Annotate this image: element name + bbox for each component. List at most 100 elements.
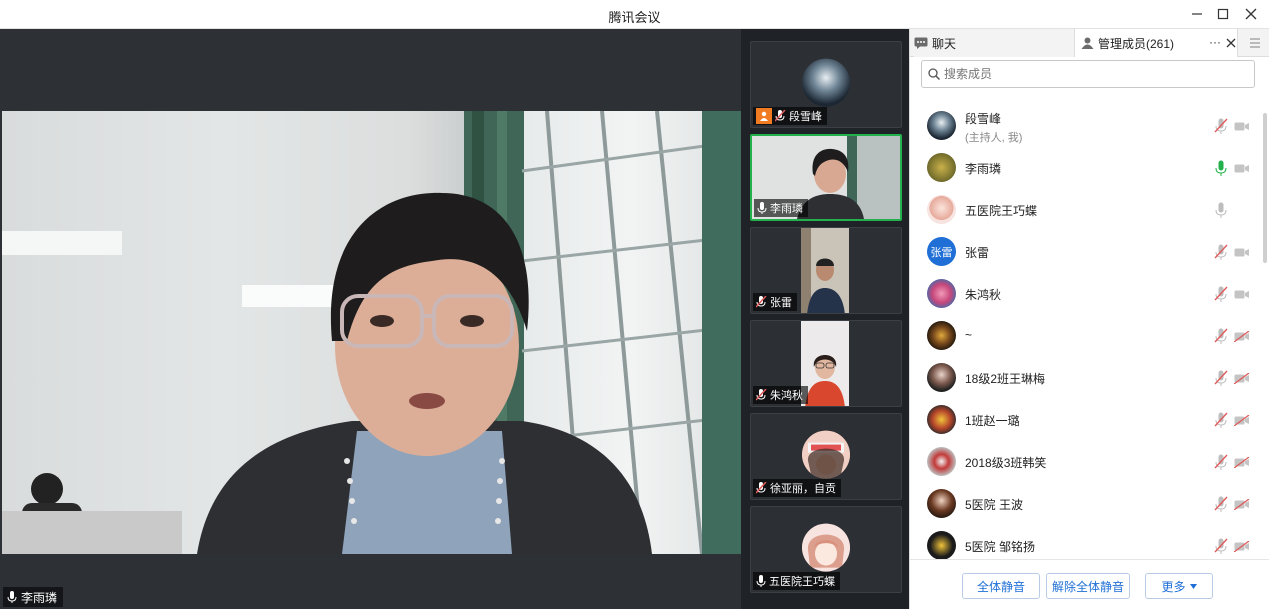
speaker-video-frame xyxy=(2,111,741,554)
participant-video xyxy=(801,321,849,406)
search-icon xyxy=(928,68,940,80)
avatar xyxy=(802,430,850,479)
video-tile[interactable]: 朱鸿秋 xyxy=(750,320,902,407)
tab-members[interactable]: 管理成员(261) ··· xyxy=(1074,29,1238,57)
tab-chat-label: 聊天 xyxy=(932,36,957,51)
mic-muted-icon[interactable] xyxy=(1213,369,1229,387)
camera-disabled-icon[interactable] xyxy=(1234,453,1250,471)
camera-off-icon[interactable] xyxy=(1234,117,1250,135)
tab-chat[interactable]: 聊天 xyxy=(914,29,1076,57)
camera-off-icon[interactable] xyxy=(1234,285,1250,303)
panel-menu-button[interactable] xyxy=(1242,29,1268,57)
camera-disabled-icon[interactable] xyxy=(1234,327,1250,345)
member-row[interactable]: 段雪峰 (主持人, 我) xyxy=(910,105,1260,147)
member-row[interactable]: 5医院 王波 xyxy=(910,483,1260,525)
member-name: 段雪峰 xyxy=(965,112,1002,126)
member-list-scrollbar[interactable] xyxy=(1263,113,1267,263)
chevron-down-icon xyxy=(1189,583,1197,589)
camera-off-icon[interactable] xyxy=(1234,243,1250,261)
search-box[interactable] xyxy=(921,60,1255,88)
member-row[interactable]: 2018级3班韩笑 xyxy=(910,441,1260,483)
member-row[interactable]: 张雷 张雷 xyxy=(910,231,1260,273)
panel-tabs: 聊天 管理成员(261) ··· xyxy=(910,29,1269,57)
member-row[interactable]: 李雨璘 xyxy=(910,147,1260,189)
mic-muted-icon[interactable] xyxy=(1213,495,1229,513)
more-button[interactable]: 更多 xyxy=(1145,573,1213,599)
member-avatar xyxy=(927,321,956,350)
member-avatar: 张雷 xyxy=(927,237,956,266)
mic-muted-icon xyxy=(775,110,786,122)
tile-name: 张雷 xyxy=(770,297,792,309)
member-avatar xyxy=(927,489,956,518)
member-row[interactable]: 1班赵一璐 xyxy=(910,399,1260,441)
mic-muted-icon xyxy=(756,389,767,401)
member-row[interactable]: 朱鸿秋 xyxy=(910,273,1260,315)
member-name: 2018级3班韩笑 xyxy=(965,456,1047,470)
mic-muted-icon xyxy=(756,482,767,494)
member-avatar xyxy=(927,531,956,559)
mic-muted-icon[interactable] xyxy=(1213,453,1229,471)
more-button-label: 更多 xyxy=(1161,579,1186,594)
tile-label: 徐亚丽，自贡 xyxy=(753,479,841,497)
member-name: 五医院王巧蝶 xyxy=(965,204,1038,218)
tile-name: 李雨璘 xyxy=(770,203,803,215)
panel-footer: 全体静音 解除全体静音 更多 xyxy=(910,559,1269,609)
speaker-name-label: 李雨璘 xyxy=(3,587,64,607)
mic-muted-icon xyxy=(756,296,767,308)
camera-disabled-icon[interactable] xyxy=(1234,369,1250,387)
member-avatar xyxy=(927,447,956,476)
host-icon xyxy=(756,108,772,124)
tile-label: 李雨璘 xyxy=(754,199,808,217)
close-panel-icon[interactable] xyxy=(1226,38,1236,48)
camera-off-icon[interactable] xyxy=(1234,159,1250,177)
tab-members-label: 管理成员(261) xyxy=(1098,36,1175,51)
more-options-button[interactable]: ··· xyxy=(1209,35,1221,49)
maximize-icon xyxy=(1217,8,1229,20)
avatar xyxy=(802,58,850,107)
search-input[interactable] xyxy=(944,67,1224,81)
maximize-button[interactable] xyxy=(1212,4,1234,24)
mic-muted-icon[interactable] xyxy=(1213,117,1229,135)
window-title: 腾讯会议 xyxy=(608,10,661,25)
member-row[interactable]: 五医院王巧蝶 xyxy=(910,189,1260,231)
unmute-all-button[interactable]: 解除全体静音 xyxy=(1046,573,1130,599)
minimize-button[interactable] xyxy=(1186,4,1208,24)
camera-disabled-icon[interactable] xyxy=(1234,495,1250,513)
mic-muted-icon[interactable] xyxy=(1213,285,1229,303)
tile-label: 朱鸿秋 xyxy=(753,386,808,404)
member-row[interactable]: 18级2班王琳梅 xyxy=(910,357,1260,399)
participant-video xyxy=(801,228,849,313)
video-tile[interactable]: 徐亚丽，自贡 xyxy=(750,413,902,500)
camera-disabled-icon[interactable] xyxy=(1234,411,1250,429)
member-name: 李雨璘 xyxy=(965,162,1002,176)
avatar xyxy=(802,523,850,572)
member-row[interactable]: 5医院 邹铭扬 xyxy=(910,525,1260,559)
mic-muted-icon[interactable] xyxy=(1213,411,1229,429)
mic-muted-icon[interactable] xyxy=(1213,243,1229,261)
mute-all-button[interactable]: 全体静音 xyxy=(962,573,1040,599)
mic-speaking-icon[interactable] xyxy=(1213,159,1229,177)
member-avatar xyxy=(927,405,956,434)
close-button[interactable] xyxy=(1240,4,1262,24)
microphone-icon xyxy=(756,575,766,587)
main-video-area[interactable]: 李雨璘 xyxy=(0,29,741,609)
title-bar: 腾讯会议 xyxy=(0,0,1269,29)
member-avatar xyxy=(927,153,956,182)
member-row[interactable]: ~ xyxy=(910,315,1260,357)
member-name: 1班赵一璐 xyxy=(965,414,1020,428)
chat-icon xyxy=(914,37,928,49)
member-name: 18级2班王琳梅 xyxy=(965,372,1046,386)
video-tile[interactable]: 五医院王巧蝶 xyxy=(750,506,902,593)
video-tile[interactable]: 李雨璘 xyxy=(750,134,902,221)
video-tile[interactable]: 张雷 xyxy=(750,227,902,314)
microphone-icon[interactable] xyxy=(1213,201,1229,219)
member-list: 段雪峰 (主持人, 我) 李雨璘五医院王巧蝶张雷 张雷朱鸿秋 ~18级2班王琳梅 1班赵一… xyxy=(910,105,1269,559)
video-tile[interactable]: 段雪峰 xyxy=(750,41,902,128)
mic-muted-icon[interactable] xyxy=(1213,327,1229,345)
tile-label: 段雪峰 xyxy=(753,107,827,125)
avatar-initials: 张雷 xyxy=(930,246,953,259)
member-name: ~ xyxy=(965,328,973,342)
mic-muted-icon[interactable] xyxy=(1213,537,1229,555)
member-name: 朱鸿秋 xyxy=(965,288,1002,302)
camera-disabled-icon[interactable] xyxy=(1234,537,1250,555)
